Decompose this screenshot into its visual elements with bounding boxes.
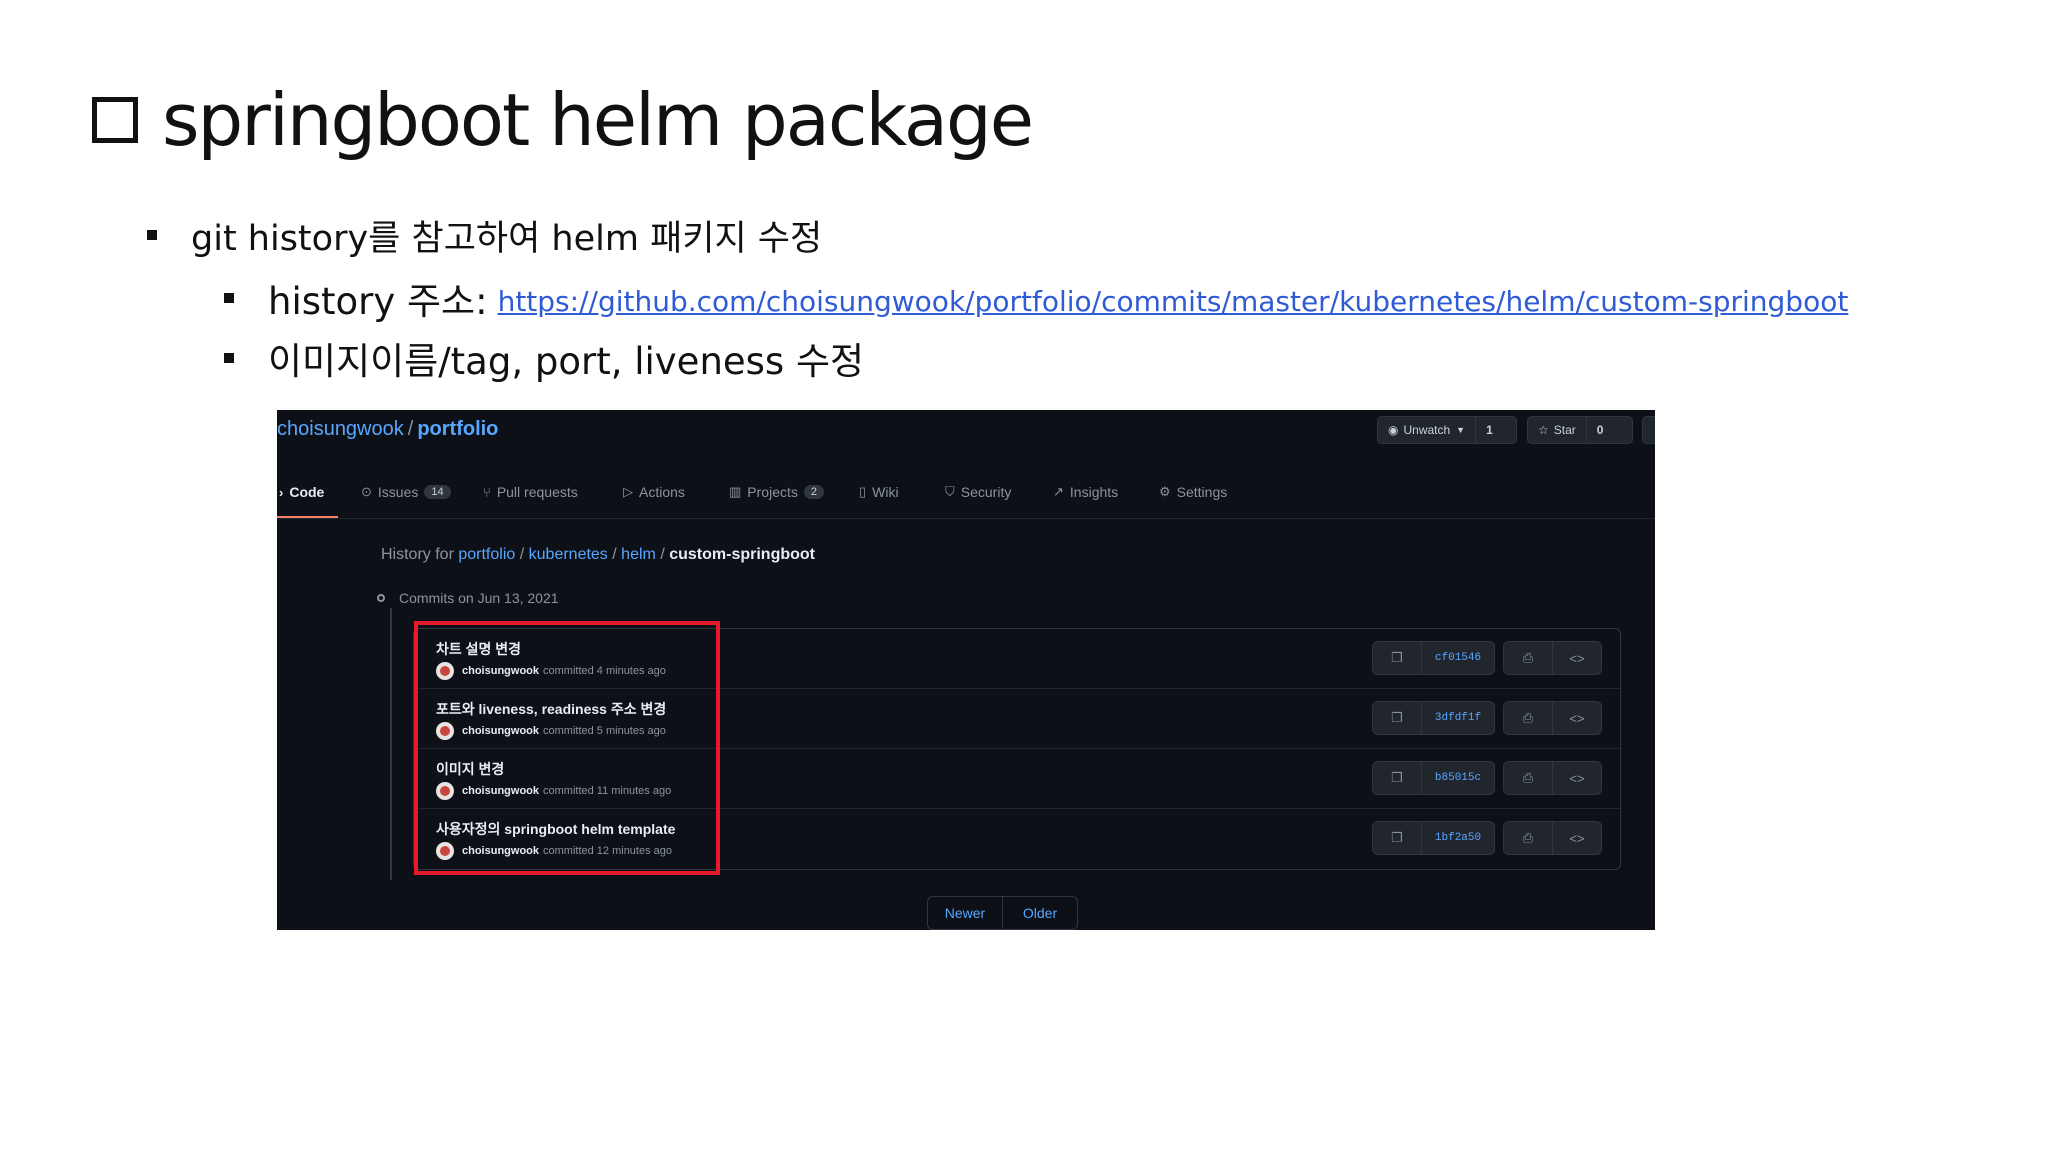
browse-code-icon[interactable]: <> bbox=[1552, 822, 1601, 854]
tab-label: Issues bbox=[377, 484, 419, 500]
tab-projects[interactable]: ▥ Projects 2 bbox=[729, 468, 824, 516]
path-separator: / bbox=[660, 546, 665, 563]
slide-title-text: springboot helm package bbox=[162, 78, 1034, 162]
bullet-square-icon bbox=[224, 293, 234, 303]
repo-breadcrumb: choisungwook / portfolio bbox=[277, 418, 498, 441]
issue-icon: ⊙ bbox=[361, 484, 372, 499]
history-prefix: History for bbox=[381, 546, 454, 563]
bullet-text: 이미지이름/tag, port, liveness 수정 bbox=[268, 340, 865, 383]
history-breadcrumb: History for portfolio / kubernetes / hel… bbox=[381, 546, 815, 564]
browse-file-icon[interactable]: ⎙ bbox=[1504, 702, 1552, 734]
pagination: Newer Older bbox=[927, 896, 1078, 930]
commit-sha-button[interactable]: cf01546 bbox=[1421, 642, 1494, 674]
browse-file-icon[interactable]: ⎙ bbox=[1504, 762, 1552, 794]
github-screenshot: choisungwook / portfolio ◉ Unwatch ▼ 1 ☆ Star… bbox=[277, 410, 1655, 930]
repo-nav-tabs: › Code ⊙ Issues 14 ⑂ Pull requests ▷ Actions … bbox=[277, 468, 1655, 519]
checkbox-square-icon bbox=[92, 97, 138, 143]
tab-code[interactable]: › Code bbox=[277, 468, 339, 518]
fork-button[interactable] bbox=[1642, 416, 1655, 444]
commit-sha-button[interactable]: 3dfdf1f bbox=[1421, 702, 1494, 734]
star-count: 0 bbox=[1585, 417, 1614, 443]
tab-pull-requests[interactable]: ⑂ Pull requests bbox=[483, 468, 578, 516]
tab-issues[interactable]: ⊙ Issues 14 bbox=[361, 468, 451, 516]
pull-request-icon: ⑂ bbox=[483, 484, 491, 500]
history-link[interactable]: https://github.com/choisungwook/portfoli… bbox=[498, 285, 1849, 318]
play-icon: ▷ bbox=[623, 484, 633, 499]
repo-name-link[interactable]: portfolio bbox=[417, 418, 498, 440]
copy-sha-icon[interactable]: ❐ bbox=[1373, 822, 1421, 854]
tab-label: Projects bbox=[747, 484, 798, 500]
copy-sha-icon[interactable]: ❐ bbox=[1373, 762, 1421, 794]
tab-settings[interactable]: ⚙ Settings bbox=[1159, 468, 1227, 516]
issues-count: 14 bbox=[424, 485, 451, 499]
commit-actions: ❐ 3dfdf1f ⎙ <> bbox=[1364, 701, 1602, 735]
graph-icon: ↗ bbox=[1053, 484, 1064, 499]
path-link-helm[interactable]: helm bbox=[621, 546, 656, 563]
highlight-box bbox=[414, 621, 720, 875]
copy-sha-icon[interactable]: ❐ bbox=[1373, 642, 1421, 674]
commit-actions: ❐ cf01546 ⎙ <> bbox=[1364, 641, 1602, 675]
commits-date: Commits on Jun 13, 2021 bbox=[399, 590, 559, 606]
tab-security[interactable]: ⛉ Security bbox=[945, 468, 1011, 516]
tab-label: Insights bbox=[1069, 484, 1119, 500]
gear-icon: ⚙ bbox=[1159, 484, 1171, 499]
bullet-history-address: history 주소: https://github.com/choisungw… bbox=[224, 270, 1849, 326]
unwatch-label: Unwatch bbox=[1403, 423, 1451, 437]
path-separator: / bbox=[519, 546, 525, 563]
tab-label: Pull requests bbox=[496, 484, 578, 500]
tab-label: Security bbox=[960, 484, 1012, 500]
tab-label: Code bbox=[289, 484, 325, 500]
commits-date-header: Commits on Jun 13, 2021 bbox=[377, 590, 559, 606]
projects-count: 2 bbox=[803, 485, 824, 499]
slide-title: springboot helm package bbox=[92, 70, 1034, 170]
older-button[interactable]: Older bbox=[1002, 897, 1077, 929]
commit-node-icon bbox=[377, 594, 385, 602]
eye-icon: ◉ bbox=[1388, 423, 1399, 437]
star-label: Star bbox=[1553, 423, 1576, 437]
star-icon: ☆ bbox=[1538, 423, 1549, 437]
bullet-label: history 주소: bbox=[268, 280, 488, 323]
tab-label: Settings bbox=[1176, 484, 1228, 500]
tab-label: Wiki bbox=[872, 484, 899, 500]
bullet-image-tag: 이미지이름/tag, port, liveness 수정 bbox=[224, 330, 865, 386]
commit-actions: ❐ 1bf2a50 ⎙ <> bbox=[1364, 821, 1602, 855]
tab-actions[interactable]: ▷ Actions bbox=[623, 468, 685, 516]
bullet-text: git history를 참고하여 helm 패키지 수정 bbox=[191, 218, 823, 259]
bullet-square-icon bbox=[224, 353, 234, 363]
browse-code-icon[interactable]: <> bbox=[1552, 702, 1601, 734]
commit-sha-button[interactable]: b85015c bbox=[1421, 762, 1494, 794]
project-icon: ▥ bbox=[729, 484, 742, 499]
chevron-down-icon: ▼ bbox=[1456, 425, 1466, 435]
newer-button[interactable]: Newer bbox=[928, 897, 1002, 929]
tab-label: Actions bbox=[639, 484, 685, 500]
code-icon: › bbox=[279, 484, 284, 500]
timeline-line bbox=[390, 608, 392, 880]
browse-code-icon[interactable]: <> bbox=[1552, 762, 1601, 794]
path-current: custom-springboot bbox=[669, 546, 815, 563]
repo-separator: / bbox=[407, 418, 414, 440]
commit-actions: ❐ b85015c ⎙ <> bbox=[1364, 761, 1602, 795]
shield-icon: ⛉ bbox=[945, 484, 955, 499]
browse-file-icon[interactable]: ⎙ bbox=[1504, 822, 1552, 854]
path-link-kubernetes[interactable]: kubernetes bbox=[529, 546, 608, 563]
path-link-portfolio[interactable]: portfolio bbox=[458, 546, 515, 563]
path-separator: / bbox=[612, 546, 617, 563]
copy-sha-icon[interactable]: ❐ bbox=[1373, 702, 1421, 734]
commit-sha-button[interactable]: 1bf2a50 bbox=[1421, 822, 1494, 854]
bullet-square-icon bbox=[147, 230, 157, 240]
browse-file-icon[interactable]: ⎙ bbox=[1504, 642, 1552, 674]
repo-owner-link[interactable]: choisungwook bbox=[277, 418, 404, 440]
bullet-git-history: git history를 참고하여 helm 패키지 수정 bbox=[147, 210, 823, 260]
unwatch-button[interactable]: ◉ Unwatch ▼ 1 bbox=[1377, 416, 1517, 444]
tab-wiki[interactable]: ▯ Wiki bbox=[859, 468, 899, 516]
book-icon: ▯ bbox=[859, 484, 867, 499]
tab-insights[interactable]: ↗ Insights bbox=[1053, 468, 1118, 516]
browse-code-icon[interactable]: <> bbox=[1552, 642, 1601, 674]
star-button[interactable]: ☆ Star 0 bbox=[1527, 416, 1633, 444]
watch-count: 1 bbox=[1475, 417, 1503, 443]
